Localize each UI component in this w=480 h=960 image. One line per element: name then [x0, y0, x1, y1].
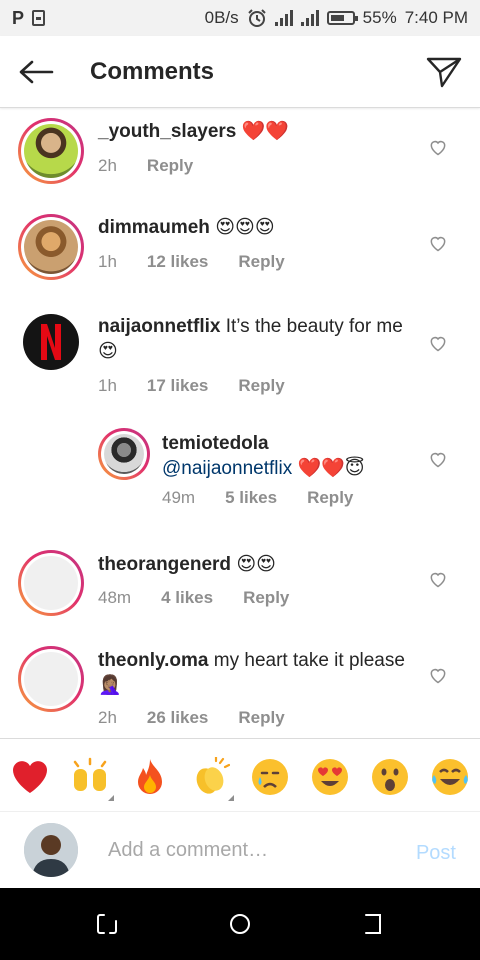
comment-meta: 1h 17 likes Reply — [98, 376, 315, 396]
comment-meta: 2h Reply — [98, 156, 223, 176]
back-nav-icon[interactable] — [361, 912, 385, 936]
emoji-heart-icon[interactable] — [10, 757, 50, 797]
avatar[interactable] — [18, 214, 84, 280]
heart-outline-icon[interactable] — [428, 665, 448, 685]
avatar[interactable] — [98, 428, 150, 480]
system-nav-bar — [0, 888, 480, 960]
emoji-variant-indicator — [108, 795, 114, 801]
status-bar: P 0B/s 55% 7:40 PM — [0, 0, 480, 36]
comment-username[interactable]: _youth_slayers — [98, 121, 236, 142]
network-speed: 0B/s — [204, 8, 239, 27]
clock: 7:40 PM — [404, 8, 468, 27]
comment-body: theonly.oma my heart take it please 🤦🏽‍♀… — [98, 648, 410, 698]
comment-item: theonly.oma my heart take it please 🤦🏽‍♀… — [0, 640, 480, 738]
comment-body: naijaonnetflix It’s the beauty for me 😍 — [98, 314, 410, 364]
comment-item: dimmaumeh 😍😍😍 1h 12 likes Reply — [0, 204, 480, 324]
page-title: Comments — [90, 57, 215, 85]
reply-button[interactable]: Reply — [238, 252, 284, 272]
signal-icon — [274, 10, 293, 26]
comment-username[interactable]: dimmaumeh — [98, 217, 210, 238]
comment-body: _youth_slayers ❤️❤️ — [98, 119, 410, 144]
comment-body: theorangenerd 😍😍 — [98, 552, 410, 577]
emoji-variant-indicator — [228, 795, 234, 801]
reply-button[interactable]: Reply — [238, 376, 284, 396]
recent-apps-icon[interactable] — [95, 912, 119, 936]
reply-button[interactable]: Reply — [307, 488, 353, 508]
current-user-avatar — [24, 823, 78, 877]
arrow-left-icon — [19, 60, 54, 83]
comment-time: 1h — [98, 376, 117, 395]
signal-icon-2 — [300, 10, 319, 26]
heart-outline-icon[interactable] — [428, 233, 448, 253]
comment-meta: 48m 4 likes Reply — [98, 588, 319, 608]
comment-username[interactable]: temiotedola — [162, 433, 269, 454]
comment-item: theorangenerd 😍😍 48m 4 likes Reply — [0, 544, 480, 640]
emoji-crying-face-icon[interactable] — [250, 757, 290, 797]
comment-input[interactable]: Add a comment… — [108, 839, 268, 862]
paper-plane-icon — [426, 57, 462, 87]
emoji-quick-bar — [0, 738, 480, 812]
comment-text: 😍😍 — [236, 554, 276, 575]
battery-percent: 55% — [362, 8, 397, 27]
likes-count[interactable]: 12 likes — [147, 252, 208, 272]
heart-outline-icon[interactable] — [428, 333, 448, 353]
clipboard-icon — [32, 10, 46, 26]
avatar[interactable] — [23, 314, 79, 370]
emoji-heart-eyes-icon[interactable] — [310, 757, 350, 797]
comment-mention[interactable]: @naijaonnetflix — [162, 458, 292, 479]
comment-time: 2h — [98, 708, 117, 727]
reply-button[interactable]: Reply — [238, 708, 284, 728]
comment-text: ❤️❤️ — [241, 121, 289, 142]
likes-count[interactable]: 5 likes — [225, 488, 277, 508]
heart-outline-icon[interactable] — [428, 449, 448, 469]
reply-button[interactable]: Reply — [147, 156, 193, 176]
comment-time: 2h — [98, 156, 117, 175]
emoji-clapping-hands-icon[interactable] — [190, 755, 231, 797]
comment-text: 😍😍😍 — [215, 217, 275, 238]
header: Comments — [0, 36, 480, 108]
comment-meta: 1h 12 likes Reply — [98, 252, 315, 272]
battery-icon — [326, 11, 358, 25]
emoji-fire-icon[interactable] — [130, 757, 170, 797]
reply-item: temiotedola @naijaonnetflix ❤️❤️😇 49m 5 … — [0, 424, 480, 544]
heart-outline-icon[interactable] — [428, 137, 448, 157]
emoji-surprised-face-icon[interactable] — [370, 757, 410, 797]
comment-username[interactable]: theonly.oma — [98, 650, 209, 671]
heart-outline-icon[interactable] — [428, 569, 448, 589]
avatar[interactable] — [18, 118, 84, 184]
comment-time: 48m — [98, 588, 132, 607]
comment-body: dimmaumeh 😍😍😍 — [98, 215, 410, 240]
comments-list[interactable]: _youth_slayers ❤️❤️ 2h Reply dimmaumeh 😍… — [0, 108, 480, 738]
reply-button[interactable]: Reply — [243, 588, 289, 608]
comment-time: 1h — [98, 252, 117, 271]
post-button[interactable]: Post — [416, 842, 456, 865]
comment-time: 49m — [162, 488, 196, 507]
avatar[interactable] — [18, 646, 84, 712]
comment-composer: Add a comment… Post — [0, 812, 480, 888]
p-app-icon: P — [12, 7, 25, 28]
comment-body: temiotedola @naijaonnetflix ❤️❤️😇 — [162, 431, 410, 481]
share-button[interactable] — [408, 36, 480, 108]
home-icon[interactable] — [228, 912, 252, 936]
likes-count[interactable]: 4 likes — [161, 588, 213, 608]
alarm-icon — [247, 9, 266, 27]
avatar[interactable] — [18, 550, 84, 616]
comment-item: _youth_slayers ❤️❤️ 2h Reply — [0, 108, 480, 204]
comment-username[interactable]: theorangenerd — [98, 554, 231, 575]
emoji-raising-hands-icon[interactable] — [70, 757, 110, 797]
comment-meta: 2h 26 likes Reply — [98, 708, 315, 728]
comment-text: ❤️❤️😇 — [297, 458, 365, 479]
comment-item: naijaonnetflix It’s the beauty for me 😍 … — [0, 312, 480, 432]
likes-count[interactable]: 17 likes — [147, 376, 208, 396]
back-button[interactable] — [0, 36, 72, 108]
comment-username[interactable]: naijaonnetflix — [98, 316, 220, 337]
comment-meta: 49m 5 likes Reply — [162, 488, 383, 508]
emoji-joy-face-icon[interactable] — [430, 757, 470, 797]
netflix-logo-icon — [41, 324, 61, 360]
likes-count[interactable]: 26 likes — [147, 708, 208, 728]
